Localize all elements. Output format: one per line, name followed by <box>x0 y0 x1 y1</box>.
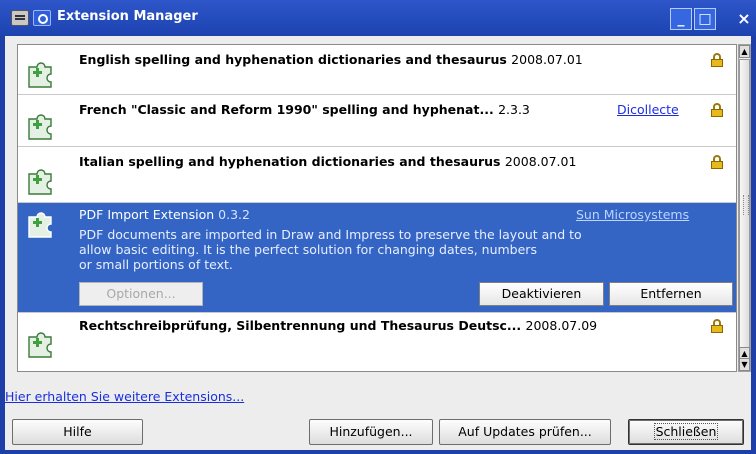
list-scrollbar[interactable]: ▲ ▲ ▼ <box>738 44 751 372</box>
lock-icon <box>711 103 723 117</box>
extension-item-italian[interactable]: Italian spelling and hyphenation diction… <box>18 147 736 203</box>
puzzle-icon <box>28 114 52 140</box>
puzzle-icon <box>28 212 52 238</box>
maximize-button[interactable]: □ <box>694 8 716 30</box>
more-extensions-link[interactable]: Hier erhalten Sie weitere Extensions... <box>5 389 244 404</box>
extension-name: PDF Import Extension <box>79 207 215 222</box>
extension-name: French "Classic and Reform 1990" spellin… <box>79 102 494 117</box>
extension-manager-window: Extension Manager _ □ × English spelling… <box>0 0 756 454</box>
puzzle-icon <box>28 332 52 358</box>
lock-icon <box>711 155 723 169</box>
remove-button[interactable]: Entfernen <box>609 282 733 306</box>
extension-version: 2008.07.09 <box>525 318 598 333</box>
scroll-thumb[interactable] <box>739 59 750 349</box>
check-updates-button[interactable]: Auf Updates prüfen... <box>439 419 611 445</box>
extension-version: 2008.07.01 <box>511 52 583 67</box>
scroll-down-button[interactable]: ▼ <box>739 358 750 371</box>
puzzle-icon <box>28 169 52 195</box>
app-icon <box>33 10 51 26</box>
extension-name: Rechtschreibprüfung, Silbentrennung und … <box>79 318 522 333</box>
extension-item-pdf-import[interactable]: PDF Import Extension 0.3.2 Sun Microsyst… <box>18 203 736 313</box>
extension-name: Italian spelling and hyphenation diction… <box>79 154 501 169</box>
extension-version: 2.3.3 <box>498 102 530 117</box>
minimize-button[interactable]: _ <box>670 8 692 30</box>
extension-list[interactable]: English spelling and hyphenation diction… <box>17 44 737 372</box>
extension-name: English spelling and hyphenation diction… <box>79 52 507 67</box>
window-title: Extension Manager <box>57 9 198 24</box>
title-bar[interactable]: Extension Manager _ □ × <box>0 0 756 36</box>
extension-version: 0.3.2 <box>218 207 250 222</box>
window-menu-icon[interactable] <box>11 10 29 26</box>
deactivate-button[interactable]: Deaktivieren <box>479 282 604 306</box>
publisher-link[interactable]: Sun Microsystems <box>576 207 689 222</box>
publisher-link[interactable]: Dicollecte <box>617 102 679 117</box>
options-button[interactable]: Optionen... <box>79 282 203 306</box>
extension-item-french[interactable]: French "Classic and Reform 1990" spellin… <box>18 95 736 147</box>
extension-version: 2008.07.01 <box>504 154 577 169</box>
extension-item-german[interactable]: Rechtschreibprüfung, Silbentrennung und … <box>18 313 736 371</box>
add-button[interactable]: Hinzufügen... <box>309 419 433 445</box>
lock-icon <box>711 53 723 67</box>
extension-item-english[interactable]: English spelling and hyphenation diction… <box>18 45 736 95</box>
puzzle-icon <box>28 62 52 88</box>
help-button[interactable]: Hilfe <box>12 419 143 445</box>
lock-icon <box>711 319 723 333</box>
close-button[interactable]: Schließen <box>628 419 744 445</box>
extension-description: PDF documents are imported in Draw and I… <box>79 227 582 272</box>
dialog-body: English spelling and hyphenation diction… <box>5 36 751 450</box>
close-window-button[interactable]: × <box>733 8 755 30</box>
scroll-up-button[interactable]: ▲ <box>739 45 750 58</box>
